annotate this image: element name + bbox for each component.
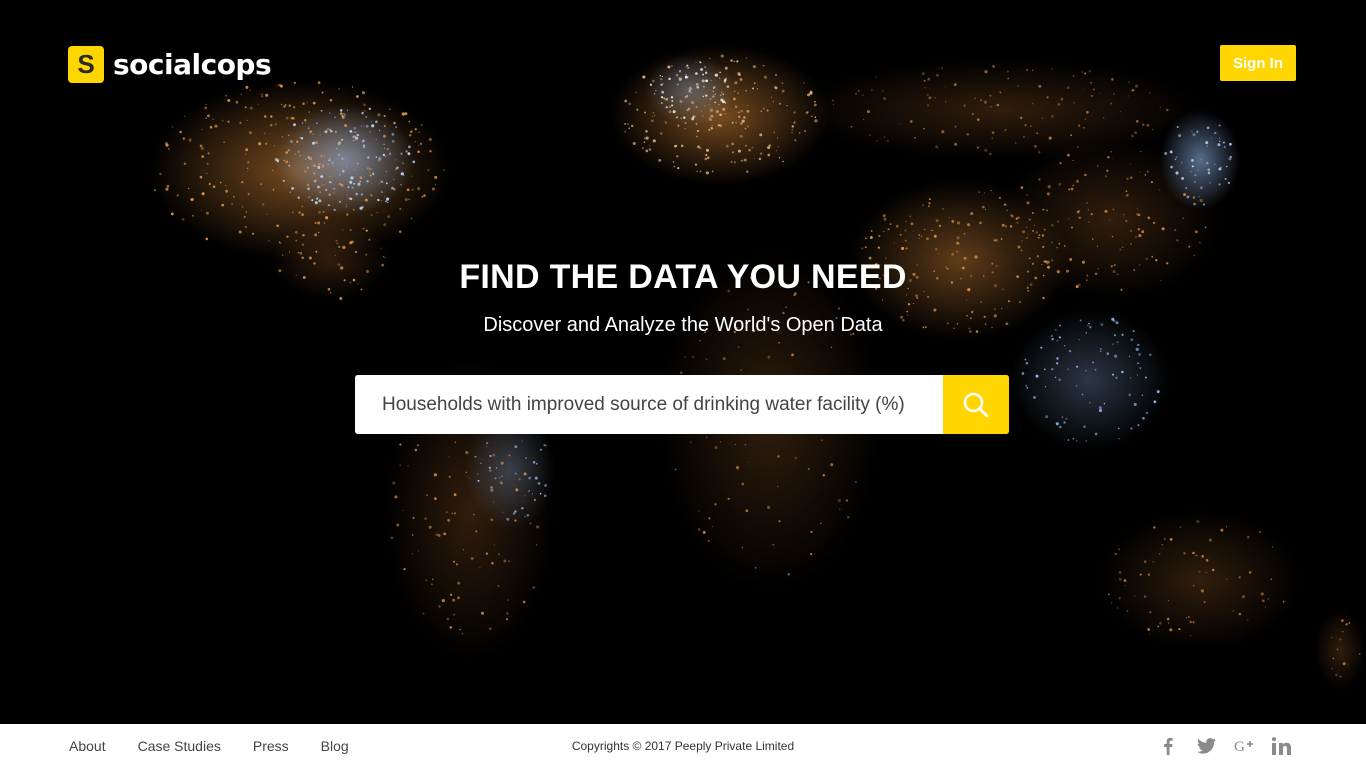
logo-mark: S	[68, 45, 104, 83]
google-plus-icon[interactable]: G	[1234, 736, 1254, 756]
search-button[interactable]	[943, 375, 1009, 434]
footer-nav: About Case Studies Press Blog	[69, 724, 381, 768]
page-subtitle: Discover and Analyze the World's Open Da…	[483, 314, 883, 336]
hero-section: S socialcops Sign In FIND THE DATA YOU N…	[0, 0, 1366, 724]
world-map-background	[150, 45, 1365, 690]
footer-link-about[interactable]: About	[69, 738, 106, 754]
facebook-icon[interactable]	[1158, 736, 1178, 756]
footer-link-blog[interactable]: Blog	[321, 738, 349, 754]
search-bar	[355, 375, 1009, 434]
footer: About Case Studies Press Blog Copyrights…	[0, 724, 1366, 768]
social-links: G	[1158, 724, 1292, 768]
logo[interactable]: S socialcops	[68, 45, 272, 83]
footer-link-case-studies[interactable]: Case Studies	[138, 738, 221, 754]
twitter-icon[interactable]	[1196, 736, 1216, 756]
logo-text: socialcops	[113, 47, 272, 81]
search-icon	[963, 392, 989, 417]
linkedin-icon[interactable]	[1272, 736, 1292, 756]
sign-in-button[interactable]: Sign In	[1220, 45, 1296, 81]
footer-link-press[interactable]: Press	[253, 738, 289, 754]
search-input[interactable]	[355, 375, 943, 434]
page-title: FIND THE DATA YOU NEED	[459, 258, 907, 296]
svg-text:G: G	[1234, 739, 1245, 754]
